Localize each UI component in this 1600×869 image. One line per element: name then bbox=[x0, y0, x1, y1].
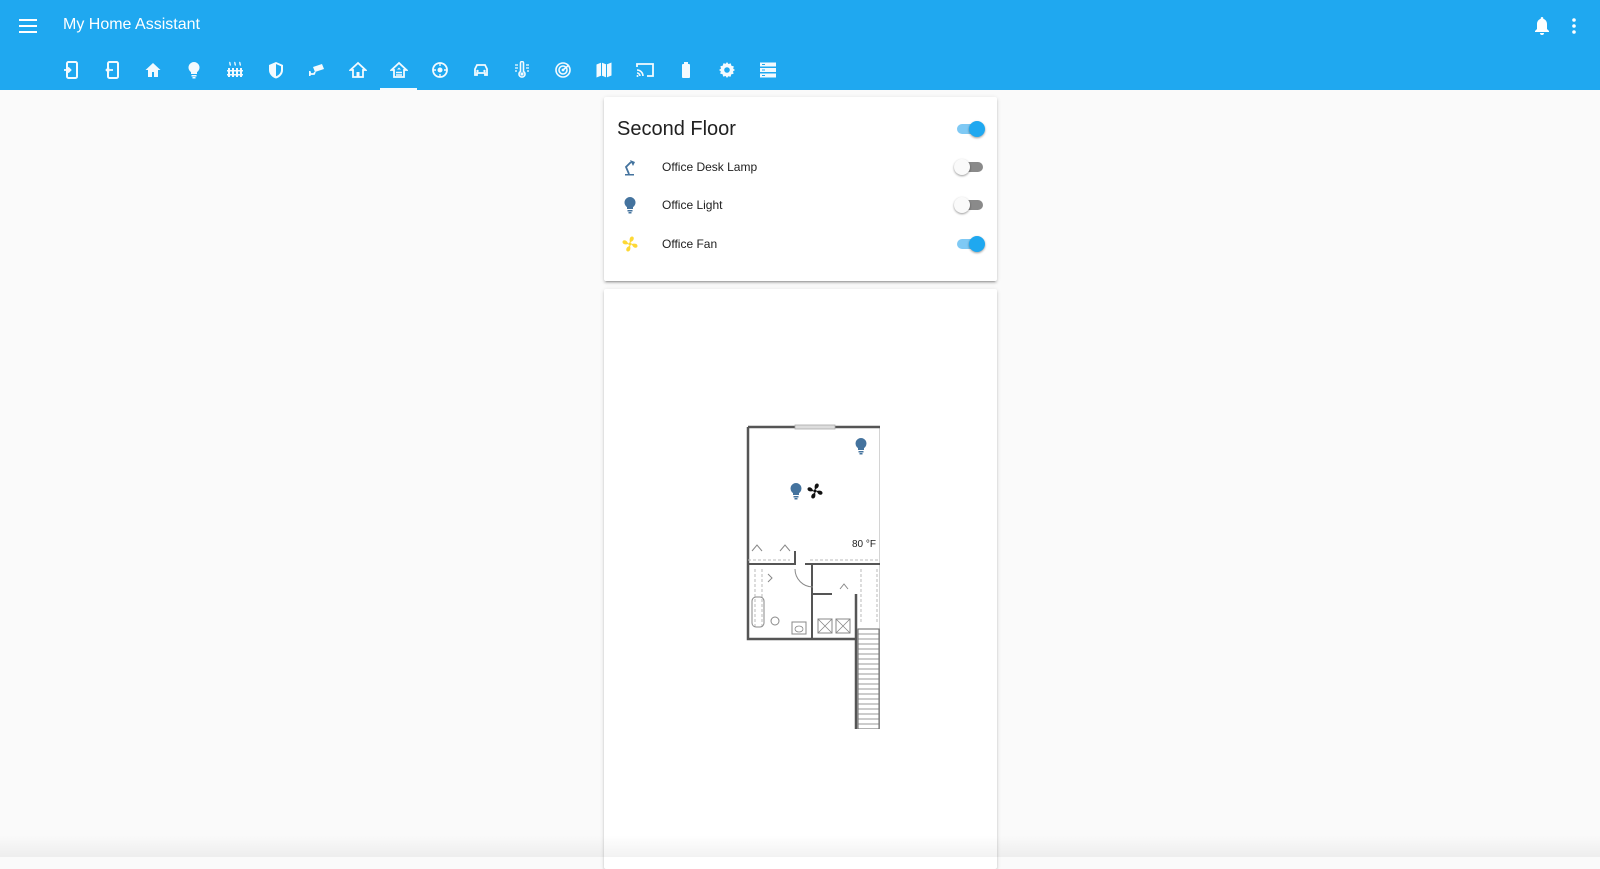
tab-media[interactable] bbox=[624, 49, 665, 90]
cctv-icon bbox=[308, 63, 324, 76]
tab-battery[interactable] bbox=[665, 49, 706, 90]
tab-climate[interactable] bbox=[214, 49, 255, 90]
tab-server[interactable] bbox=[747, 49, 788, 90]
cast-icon bbox=[635, 62, 654, 77]
home-floor-icon bbox=[389, 61, 408, 78]
view-tabs bbox=[50, 49, 788, 90]
desk-lamp-icon bbox=[620, 157, 640, 177]
tab-vacuum[interactable] bbox=[419, 49, 460, 90]
gear-icon bbox=[718, 61, 735, 78]
tab-presence[interactable] bbox=[542, 49, 583, 90]
floorplan-light-2-icon[interactable] bbox=[790, 483, 802, 500]
entity-name: Office Desk Lamp bbox=[662, 160, 758, 174]
radar-icon bbox=[554, 61, 571, 78]
home-outline-icon bbox=[348, 61, 367, 78]
floorplan-card: 80 °F bbox=[604, 289, 997, 869]
floorplan-image: 80 °F bbox=[746, 424, 880, 729]
tab-lights[interactable] bbox=[173, 49, 214, 90]
tab-sensors[interactable] bbox=[501, 49, 542, 90]
entity-row-office-light: Office Light bbox=[604, 187, 997, 223]
tab-home[interactable] bbox=[132, 49, 173, 90]
menu-icon bbox=[19, 19, 37, 33]
tab-settings[interactable] bbox=[706, 49, 747, 90]
app-title: My Home Assistant bbox=[63, 16, 200, 33]
tab-security[interactable] bbox=[255, 49, 296, 90]
tab-map[interactable] bbox=[583, 49, 624, 90]
tablet-exit-icon bbox=[104, 60, 119, 79]
notifications-button[interactable] bbox=[1528, 12, 1556, 40]
tab-vehicles[interactable] bbox=[460, 49, 501, 90]
tab-home-outline[interactable] bbox=[337, 49, 378, 90]
office-desk-lamp-toggle[interactable] bbox=[954, 157, 984, 177]
tablet-login-icon bbox=[63, 60, 78, 79]
home-icon bbox=[145, 62, 160, 77]
office-light-toggle[interactable] bbox=[954, 195, 984, 215]
shield-icon bbox=[268, 61, 283, 78]
tab-cameras[interactable] bbox=[296, 49, 337, 90]
entity-row-office-desk-lamp: Office Desk Lamp bbox=[604, 149, 997, 185]
header-toggle[interactable] bbox=[954, 119, 985, 139]
tab-tablet-login[interactable] bbox=[50, 49, 91, 90]
menu-button[interactable] bbox=[14, 12, 42, 40]
overflow-menu-button[interactable] bbox=[1560, 12, 1588, 40]
card-title: Second Floor bbox=[617, 118, 736, 140]
floorplan-fan-icon[interactable] bbox=[807, 483, 823, 499]
map-icon bbox=[596, 62, 611, 77]
battery-icon bbox=[681, 61, 690, 78]
thermometer-lines-icon bbox=[514, 60, 529, 78]
floorplan-light-1-icon[interactable] bbox=[855, 438, 867, 455]
dots-vertical-icon bbox=[1572, 18, 1576, 34]
lightbulb-icon bbox=[620, 195, 640, 215]
lightbulb-icon bbox=[188, 61, 199, 78]
fan-icon bbox=[620, 234, 640, 254]
app-header: My Home Assistant bbox=[0, 0, 1600, 90]
server-icon bbox=[759, 62, 776, 77]
entity-name: Office Light bbox=[662, 198, 723, 212]
office-fan-toggle[interactable] bbox=[954, 234, 985, 254]
tab-second-floor[interactable] bbox=[378, 49, 419, 90]
radiator-icon bbox=[226, 61, 243, 77]
robot-vacuum-icon bbox=[431, 61, 448, 78]
entity-row-office-fan: Office Fan bbox=[604, 226, 997, 262]
bell-icon bbox=[1535, 17, 1549, 35]
tab-tablet-exit[interactable] bbox=[91, 49, 132, 90]
car-icon bbox=[473, 63, 488, 76]
entity-name: Office Fan bbox=[662, 237, 718, 251]
entities-card: Second Floor Office Desk Lamp Office Lig… bbox=[604, 97, 997, 281]
floorplan-temperature: 80 °F bbox=[852, 539, 876, 550]
